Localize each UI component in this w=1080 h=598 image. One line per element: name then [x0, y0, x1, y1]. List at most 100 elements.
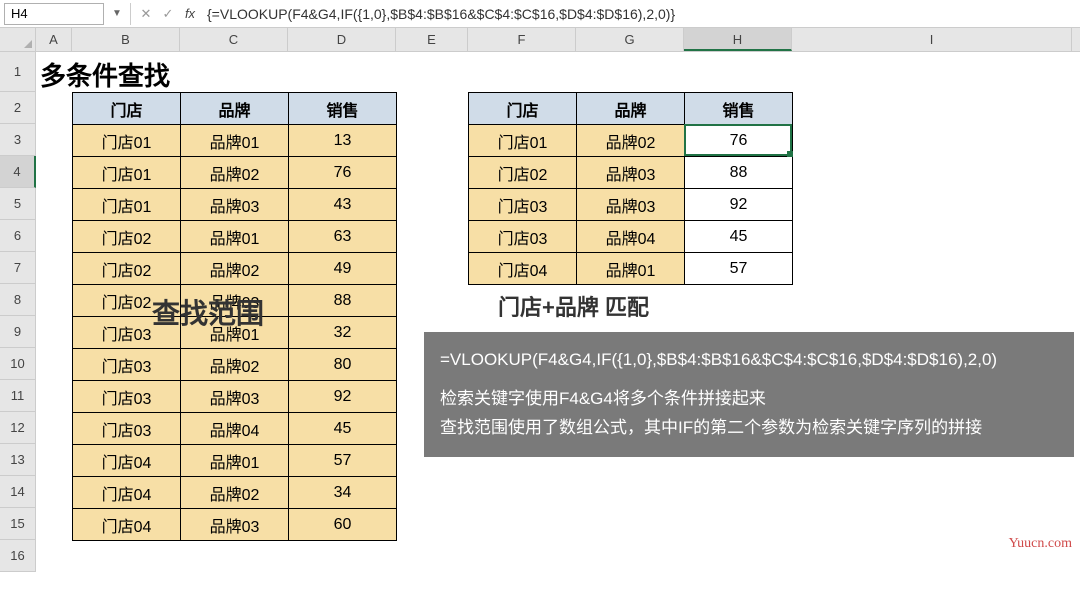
table-cell[interactable]: 门店04 — [73, 509, 181, 541]
table-cell[interactable]: 品牌02 — [181, 253, 289, 285]
row-header-16[interactable]: 16 — [0, 540, 36, 572]
table-cell[interactable]: 门店01 — [469, 125, 577, 157]
table-row: 门店03品牌0280 — [73, 349, 397, 381]
table-row: 门店01品牌0343 — [73, 189, 397, 221]
table-row: 门店03品牌0392 — [469, 189, 793, 221]
row-header-14[interactable]: 14 — [0, 476, 36, 508]
table-cell[interactable]: 45 — [685, 221, 793, 253]
table-cell[interactable]: 门店03 — [73, 413, 181, 445]
table-cell[interactable]: 品牌01 — [181, 125, 289, 157]
row-header-1[interactable]: 1 — [0, 52, 36, 92]
col-header-G[interactable]: G — [576, 28, 684, 51]
table-cell[interactable]: 34 — [289, 477, 397, 509]
table-cell[interactable]: 门店02 — [73, 221, 181, 253]
table-cell[interactable]: 品牌04 — [577, 221, 685, 253]
table-cell[interactable]: 63 — [289, 221, 397, 253]
table-cell[interactable]: 88 — [289, 285, 397, 317]
table-cell[interactable]: 49 — [289, 253, 397, 285]
col-header-B[interactable]: B — [72, 28, 180, 51]
col-header-D[interactable]: D — [288, 28, 396, 51]
info-box: =VLOOKUP(F4&G4,IF({1,0},$B$4:$B$16&$C$4:… — [424, 332, 1074, 457]
row-header-6[interactable]: 6 — [0, 220, 36, 252]
name-box[interactable]: H4 — [4, 3, 104, 25]
row-headers: 12345678910111213141516 — [0, 52, 36, 572]
table-cell[interactable]: 品牌02 — [577, 125, 685, 157]
table-cell[interactable]: 品牌03 — [181, 509, 289, 541]
row-header-13[interactable]: 13 — [0, 444, 36, 476]
info-line-1: =VLOOKUP(F4&G4,IF({1,0},$B$4:$B$16&$C$4:… — [440, 346, 1058, 375]
table-cell[interactable]: 13 — [289, 125, 397, 157]
table-cell[interactable]: 品牌01 — [181, 445, 289, 477]
watermark: Yuucn.com — [1009, 536, 1072, 552]
table-cell[interactable]: 品牌02 — [181, 157, 289, 189]
row-header-9[interactable]: 9 — [0, 316, 36, 348]
table-row: 门店04品牌0360 — [73, 509, 397, 541]
col-header-C[interactable]: C — [180, 28, 288, 51]
col-header-E[interactable]: E — [396, 28, 468, 51]
table-cell[interactable]: 57 — [289, 445, 397, 477]
table-cell[interactable]: 92 — [289, 381, 397, 413]
row-header-2[interactable]: 2 — [0, 92, 36, 124]
table-row: 门店02品牌0163 — [73, 221, 397, 253]
table-cell[interactable]: 门店04 — [73, 477, 181, 509]
table-cell[interactable]: 品牌01 — [181, 221, 289, 253]
row-header-11[interactable]: 11 — [0, 380, 36, 412]
table-cell[interactable]: 门店01 — [73, 125, 181, 157]
table-cell[interactable]: 品牌03 — [181, 381, 289, 413]
table-cell[interactable]: 品牌02 — [181, 477, 289, 509]
table-row: 门店04品牌0157 — [469, 253, 793, 285]
table-cell[interactable]: 门店02 — [73, 253, 181, 285]
table-cell[interactable]: 门店01 — [73, 157, 181, 189]
col-header-A[interactable]: A — [36, 28, 72, 51]
row-header-5[interactable]: 5 — [0, 188, 36, 220]
name-box-dropdown-icon[interactable]: ▼ — [108, 8, 126, 19]
table-cell[interactable]: 80 — [289, 349, 397, 381]
table-cell[interactable]: 门店03 — [469, 221, 577, 253]
table-cell[interactable]: 57 — [685, 253, 793, 285]
row-header-4[interactable]: 4 — [0, 156, 36, 188]
table-cell[interactable]: 76 — [685, 125, 793, 157]
table-cell[interactable]: 品牌01 — [577, 253, 685, 285]
table-cell[interactable]: 品牌03 — [577, 157, 685, 189]
table-cell[interactable]: 门店04 — [73, 445, 181, 477]
formula-input[interactable]: {=VLOOKUP(F4&G4,IF({1,0},$B$4:$B$16&$C$4… — [201, 3, 1080, 25]
table-cell[interactable]: 品牌03 — [181, 189, 289, 221]
col-header-I[interactable]: I — [792, 28, 1072, 51]
column-headers: ABCDEFGHI — [0, 28, 1080, 52]
col-header-F[interactable]: F — [468, 28, 576, 51]
table-header: 品牌 — [577, 93, 685, 125]
row-header-10[interactable]: 10 — [0, 348, 36, 380]
fx-icon[interactable]: fx — [179, 6, 201, 21]
row-header-3[interactable]: 3 — [0, 124, 36, 156]
table-cell[interactable]: 门店04 — [469, 253, 577, 285]
row-header-12[interactable]: 12 — [0, 412, 36, 444]
table-cell[interactable]: 门店02 — [469, 157, 577, 189]
table-cell[interactable]: 60 — [289, 509, 397, 541]
table-cell[interactable]: 门店03 — [469, 189, 577, 221]
table-cell[interactable]: 76 — [289, 157, 397, 189]
table-cell[interactable]: 品牌02 — [181, 349, 289, 381]
table-cell[interactable]: 92 — [685, 189, 793, 221]
table-cell[interactable]: 88 — [685, 157, 793, 189]
table-row: 门店03品牌0445 — [469, 221, 793, 253]
table-cell[interactable]: 品牌03 — [577, 189, 685, 221]
table-header: 门店 — [469, 93, 577, 125]
row-header-7[interactable]: 7 — [0, 252, 36, 284]
table-cell[interactable]: 门店01 — [73, 189, 181, 221]
table-row: 门店03品牌0445 — [73, 413, 397, 445]
cancel-icon[interactable]: ✕ — [135, 6, 157, 22]
table-header: 销售 — [289, 93, 397, 125]
table-header: 销售 — [685, 93, 793, 125]
select-all-corner[interactable] — [0, 28, 36, 51]
confirm-icon[interactable]: ✓ — [157, 6, 179, 22]
table-cell[interactable]: 32 — [289, 317, 397, 349]
row-header-15[interactable]: 15 — [0, 508, 36, 540]
table-cell[interactable]: 45 — [289, 413, 397, 445]
table-cell[interactable]: 43 — [289, 189, 397, 221]
table-cell[interactable]: 门店03 — [73, 349, 181, 381]
table-cell[interactable]: 品牌04 — [181, 413, 289, 445]
row-header-8[interactable]: 8 — [0, 284, 36, 316]
col-header-H[interactable]: H — [684, 28, 792, 51]
table-cell[interactable]: 门店03 — [73, 381, 181, 413]
sheet-body[interactable]: 多条件查找 门店品牌销售门店01品牌0113门店01品牌0276门店01品牌03… — [36, 52, 1080, 572]
